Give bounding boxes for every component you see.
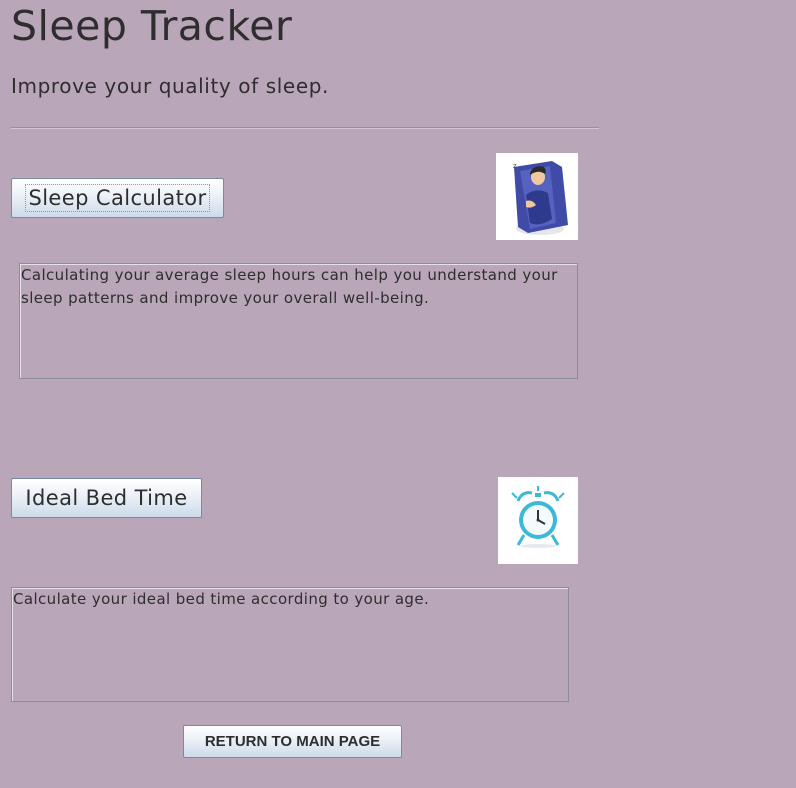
svg-text:z: z bbox=[513, 162, 517, 170]
alarm-clock-icon bbox=[498, 477, 578, 564]
ideal-bed-time-button[interactable]: Ideal Bed Time bbox=[11, 478, 202, 518]
header-divider bbox=[11, 127, 599, 129]
sleep-calculator-button[interactable]: Sleep Calculator bbox=[11, 178, 224, 218]
page-title: Sleep Tracker bbox=[11, 2, 293, 50]
sleep-calculator-description[interactable]: Calculating your average sleep hours can… bbox=[19, 263, 578, 379]
ideal-bed-time-description[interactable]: Calculate your ideal bed time according … bbox=[11, 587, 569, 702]
sleeping-person-icon: z bbox=[496, 153, 578, 240]
page-subtitle: Improve your quality of sleep. bbox=[11, 74, 329, 98]
sleep-calculator-button-label: Sleep Calculator bbox=[25, 184, 210, 212]
return-to-main-page-button[interactable]: RETURN TO MAIN PAGE bbox=[183, 725, 402, 758]
